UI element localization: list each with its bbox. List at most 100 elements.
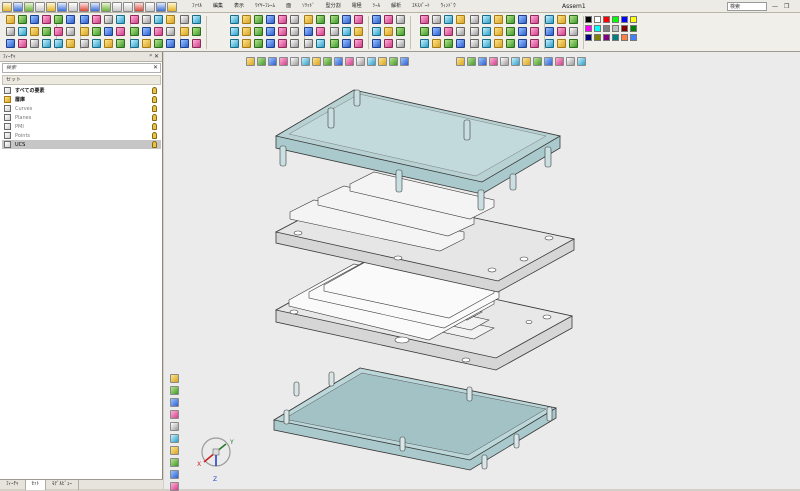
color-swatch[interactable] [630,16,637,23]
tool-icon[interactable] [230,15,239,24]
undo-icon[interactable] [112,1,122,12]
tool-icon[interactable] [254,27,263,36]
tool-icon[interactable] [518,39,527,48]
tool-icon[interactable] [92,39,101,48]
color-swatch[interactable] [621,25,628,32]
color-swatch[interactable] [603,16,610,23]
tool-icon[interactable] [66,15,75,24]
tool-icon[interactable] [180,39,189,48]
upper-plate[interactable] [274,171,576,293]
tool-icon[interactable] [116,39,125,48]
tree-search-input[interactable]: 検索 ✕ [2,63,161,73]
menu-expert[interactable]: ｴｷｽﾊﾟｰﾄ [412,0,430,13]
color-swatch[interactable] [585,25,592,32]
menu-surface[interactable]: 面 [286,0,291,13]
search-input[interactable]: 検索 [727,2,767,11]
tool-icon[interactable] [432,15,441,24]
tool-icon[interactable] [384,39,393,48]
tool-icon[interactable] [470,39,479,48]
tool-icon[interactable] [230,27,239,36]
tool-icon[interactable] [180,27,189,36]
tree-row[interactable]: PMI [2,122,161,131]
exploded-assembly-model[interactable]: Y X Z [164,52,800,489]
tool-icon[interactable] [494,39,503,48]
tool-icon[interactable] [230,39,239,48]
menu-mold-split[interactable]: 型分割 [326,0,341,13]
tool-icon[interactable] [316,27,325,36]
tool-icon[interactable] [506,39,515,48]
redo-icon[interactable] [123,1,133,12]
tool-icon[interactable] [6,39,15,48]
tree-row[interactable]: すべての要素 [2,86,161,95]
tool-icon[interactable] [304,27,313,36]
tool-icon[interactable] [545,39,554,48]
visibility-bulb-icon[interactable] [152,123,157,130]
color-swatch[interactable] [594,16,601,23]
tool-icon[interactable] [154,39,163,48]
tool-icon[interactable] [557,15,566,24]
tool-icon[interactable] [130,27,139,36]
tool-icon[interactable] [545,15,554,24]
tool-icon[interactable] [104,27,113,36]
tool-icon[interactable] [242,27,251,36]
tool-icon[interactable] [92,27,101,36]
menu-file[interactable]: ﾌｧｲﾙ [192,0,202,13]
tool-icon[interactable] [80,15,89,24]
visibility-bulb-icon[interactable] [152,96,157,103]
import-icon[interactable] [46,1,56,12]
tool-icon[interactable] [396,15,405,24]
tool-icon[interactable] [330,15,339,24]
tool-icon[interactable] [180,15,189,24]
color-swatch[interactable] [630,25,637,32]
tool-icon[interactable] [42,15,51,24]
tool-icon[interactable] [266,15,275,24]
measure-icon[interactable] [90,1,100,12]
tool-icon[interactable] [130,39,139,48]
tool-icon[interactable] [166,15,175,24]
tool-icon[interactable] [530,27,539,36]
print-icon[interactable] [145,1,155,12]
tool-icon[interactable] [254,15,263,24]
color-swatch[interactable] [612,16,619,23]
tool-icon[interactable] [342,27,351,36]
delete-icon[interactable] [79,1,89,12]
tool-icon[interactable] [304,39,313,48]
tool-icon[interactable] [54,15,63,24]
tool-icon[interactable] [316,15,325,24]
tool-icon[interactable] [192,27,201,36]
color-swatch[interactable] [603,34,610,41]
tool-icon[interactable] [518,27,527,36]
zoom-icon[interactable] [156,1,166,12]
tool-icon[interactable] [116,27,125,36]
tool-icon[interactable] [30,15,39,24]
pin-icon[interactable]: ᵖ [149,53,152,60]
tool-icon[interactable] [494,15,503,24]
tool-icon[interactable] [470,15,479,24]
tool-icon[interactable] [396,39,405,48]
tool-icon[interactable] [80,39,89,48]
tool-icon[interactable] [372,39,381,48]
color-swatch[interactable] [585,34,592,41]
tool-icon[interactable] [530,15,539,24]
tool-icon[interactable] [80,27,89,36]
tool-icon[interactable] [66,27,75,36]
menu-view[interactable]: 表示 [234,0,244,13]
tree-row[interactable]: Curves [2,104,161,113]
visibility-bulb-icon[interactable] [152,141,157,148]
tool-icon[interactable] [278,27,287,36]
menu-analysis[interactable]: 解析 [391,0,401,13]
tool-icon[interactable] [166,39,175,48]
tool-icon[interactable] [30,39,39,48]
tool-icon[interactable] [557,39,566,48]
tool-icon[interactable] [354,27,363,36]
tool-icon[interactable] [444,27,453,36]
tool-icon[interactable] [92,15,101,24]
tool-icon[interactable] [142,39,151,48]
tool-icon[interactable] [142,15,151,24]
tool-icon[interactable] [42,27,51,36]
tool-icon[interactable] [456,27,465,36]
tool-icon[interactable] [530,39,539,48]
new-file-icon[interactable] [2,1,12,12]
menu-wireframe[interactable]: ﾜｲﾔｰﾌﾚｰﾑ [255,0,275,13]
tool-icon[interactable] [432,27,441,36]
